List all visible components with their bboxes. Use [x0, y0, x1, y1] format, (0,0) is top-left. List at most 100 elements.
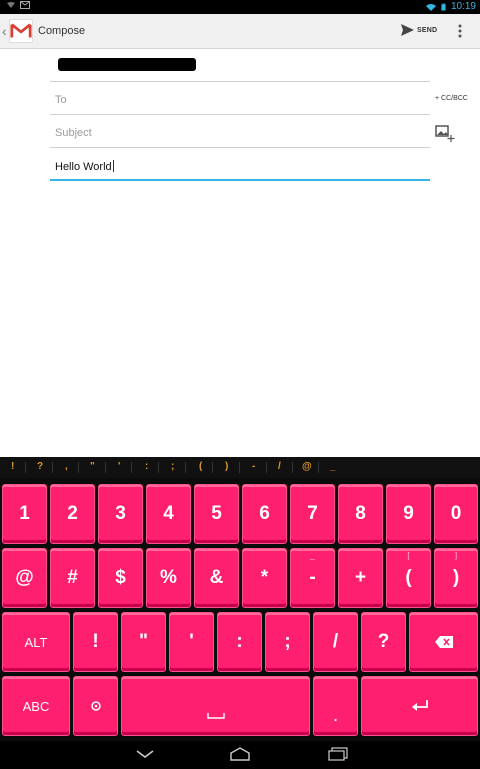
suggestion-separator: [78, 462, 79, 473]
key-single-quote[interactable]: ': [169, 612, 214, 672]
key-minus[interactable]: _ -: [290, 548, 335, 608]
send-label: SEND: [417, 26, 438, 34]
gmail-envelope-icon: [10, 23, 32, 38]
cc-bcc-button[interactable]: + CC/BCC: [435, 95, 468, 102]
battery-icon: [441, 3, 446, 11]
body-field[interactable]: Hello World: [55, 160, 114, 173]
key-hint: ]: [454, 551, 458, 560]
key-exclamation[interactable]: !: [73, 612, 118, 672]
key-9[interactable]: 9: [386, 484, 431, 544]
suggestion-separator: [292, 462, 293, 473]
suggestion-separator: [318, 462, 319, 473]
subject-field[interactable]: Subject: [55, 127, 92, 139]
key-space[interactable]: [121, 676, 310, 736]
suggestion-item[interactable]: (: [199, 461, 202, 472]
suggestion-item[interactable]: @: [302, 461, 312, 472]
suggestion-separator: [239, 462, 240, 473]
status-left: [6, 1, 30, 9]
status-bar: 10:19: [0, 0, 480, 14]
key-percent[interactable]: %: [146, 548, 191, 608]
key-asterisk[interactable]: *: [242, 548, 287, 608]
suggestion-item[interactable]: ): [225, 461, 228, 472]
key-7[interactable]: 7: [290, 484, 335, 544]
key-5[interactable]: 5: [194, 484, 239, 544]
backspace-icon: [434, 636, 453, 648]
key-label: .: [333, 708, 338, 724]
key-slash[interactable]: /: [313, 612, 358, 672]
suggestion-separator: [266, 462, 267, 473]
suggestion-item[interactable]: /: [278, 461, 281, 472]
key-4[interactable]: 4: [146, 484, 191, 544]
overflow-menu-icon[interactable]: [456, 23, 464, 39]
key-question[interactable]: ?: [361, 612, 406, 672]
subject-divider: [50, 147, 430, 148]
key-semicolon[interactable]: ;: [265, 612, 310, 672]
key-hint: _: [310, 551, 315, 560]
suggestion-item[interactable]: !: [11, 461, 14, 472]
key-colon[interactable]: :: [217, 612, 262, 672]
suggestion-item[interactable]: -: [252, 461, 255, 472]
key-close-paren[interactable]: ] ): [434, 548, 478, 608]
key-settings[interactable]: [73, 676, 118, 736]
send-button[interactable]: SEND: [401, 24, 437, 36]
suggestion-separator: [185, 462, 186, 473]
key-label: ): [452, 567, 460, 588]
to-field[interactable]: To: [55, 94, 67, 106]
up-chevron-icon[interactable]: ‹: [2, 23, 7, 39]
key-hash[interactable]: #: [50, 548, 95, 608]
key-abc[interactable]: ABC: [2, 676, 70, 736]
settings-icon: [90, 701, 101, 711]
enter-icon: [411, 700, 428, 711]
key-label: (: [405, 567, 412, 588]
suggestion-item[interactable]: :: [145, 461, 148, 472]
key-2[interactable]: 2: [50, 484, 95, 544]
suggestion-item[interactable]: ": [90, 461, 95, 472]
key-at[interactable]: @: [2, 548, 47, 608]
key-6[interactable]: 6: [242, 484, 287, 544]
key-0[interactable]: 0: [434, 484, 478, 544]
text-cursor: [112, 160, 114, 172]
wifi-icon: [425, 3, 436, 11]
from-divider: [50, 81, 430, 82]
suggestion-separator: [212, 462, 213, 473]
key-dollar[interactable]: $: [98, 548, 143, 608]
key-open-paren[interactable]: [ (: [386, 548, 431, 608]
status-time: 10:19: [450, 1, 476, 12]
page-title: Compose: [38, 25, 86, 37]
key-label: -: [309, 567, 316, 588]
suggestion-separator: [158, 462, 159, 473]
key-3[interactable]: 3: [98, 484, 143, 544]
to-divider: [50, 114, 430, 115]
suggestion-strip: ! ? , " ' : ; ( ) - / @ _: [0, 457, 480, 478]
status-right: 10:19: [425, 1, 476, 12]
space-icon: [206, 713, 225, 719]
notification-icon: [7, 2, 15, 8]
recent-apps-icon[interactable]: [327, 747, 349, 761]
key-ampersand[interactable]: &: [194, 548, 239, 608]
suggestion-item[interactable]: ?: [37, 461, 43, 472]
key-alt[interactable]: ALT: [2, 612, 70, 672]
key-period[interactable]: .: [313, 676, 358, 736]
suggestion-item[interactable]: ,: [65, 461, 68, 472]
suggestion-item[interactable]: _: [330, 461, 336, 472]
from-account-redacted[interactable]: [58, 58, 196, 71]
suggestion-separator: [25, 462, 26, 473]
body-active-underline: [50, 179, 430, 181]
suggestion-item[interactable]: ;: [171, 461, 174, 472]
key-1[interactable]: 1: [2, 484, 47, 544]
body-text: Hello World: [55, 161, 112, 173]
gmail-logo-icon[interactable]: [9, 19, 33, 43]
send-icon: [401, 24, 414, 36]
back-icon[interactable]: [135, 747, 155, 761]
key-enter[interactable]: [361, 676, 478, 736]
attach-image-icon[interactable]: [435, 125, 455, 143]
suggestion-item[interactable]: ': [118, 461, 120, 472]
key-double-quote[interactable]: ": [121, 612, 166, 672]
home-icon[interactable]: [228, 747, 252, 761]
key-8[interactable]: 8: [338, 484, 383, 544]
key-plus[interactable]: +: [338, 548, 383, 608]
suggestion-separator: [131, 462, 132, 473]
key-backspace[interactable]: [409, 612, 478, 672]
key-hint: [: [407, 551, 410, 560]
navigation-bar: [0, 741, 480, 769]
